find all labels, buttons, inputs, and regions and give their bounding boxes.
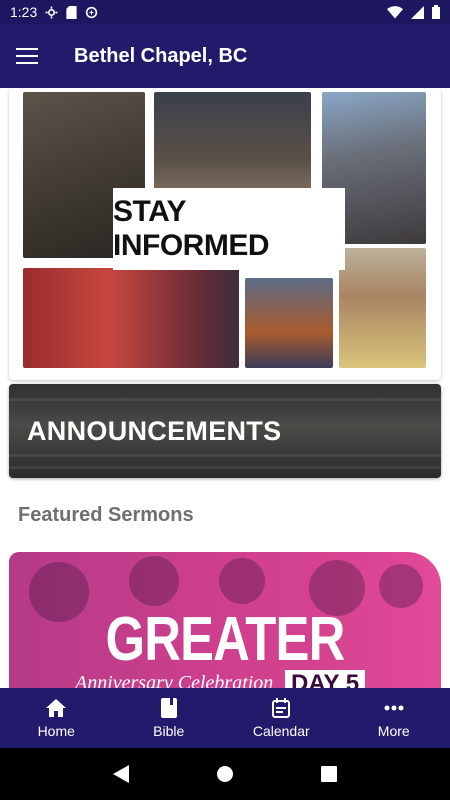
announcements-card[interactable]: ANNOUNCEMENTS [9, 384, 441, 478]
system-navigation [0, 748, 450, 800]
choir-photo [23, 268, 239, 368]
sermon-day-badge: DAY 5 [285, 670, 366, 688]
settings-icon [45, 6, 58, 18]
main-content[interactable]: STAY INFORMED ANNOUNCEMENTS Featured Ser… [0, 88, 450, 688]
stay-informed-card[interactable]: STAY INFORMED [9, 88, 441, 380]
nav-home[interactable]: Home [0, 688, 113, 748]
nav-more[interactable]: More [338, 688, 450, 748]
bottom-navigation: Home Bible Calendar More [0, 688, 450, 748]
menu-icon[interactable] [16, 48, 38, 64]
featured-sermon-card[interactable]: GREATER GLORY Anniversary Celebration DA… [9, 552, 441, 688]
nav-more-label: More [377, 723, 410, 739]
nav-calendar[interactable]: Calendar [225, 688, 338, 748]
featured-sermons-heading: Featured Sermons [18, 504, 194, 526]
nav-home-label: Home [37, 723, 75, 739]
nav-bible[interactable]: Bible [113, 688, 226, 748]
page-title: Bethel Chapel, BC [74, 44, 248, 67]
wifi-icon [387, 5, 403, 19]
app-bar: Bethel Chapel, BC [0, 24, 450, 88]
battery-icon [432, 5, 440, 19]
more-icon [384, 705, 404, 711]
sermon-subtitle: Anniversary Celebration [75, 672, 274, 688]
status-bar: 1:23 [0, 0, 450, 24]
children-photo [245, 278, 333, 368]
sd-card-icon [66, 5, 77, 19]
back-icon[interactable] [113, 765, 130, 783]
recents-icon[interactable] [320, 766, 337, 782]
water-ripple [9, 398, 441, 401]
water-ripple [9, 466, 441, 469]
home-circle-icon[interactable] [216, 765, 234, 783]
calendar-icon [272, 698, 291, 718]
home-icon [46, 699, 67, 717]
nav-bible-label: Bible [153, 723, 185, 739]
bible-icon [160, 698, 177, 718]
crowd-silhouette [219, 558, 265, 604]
clock: 1:23 [10, 4, 38, 20]
data-saver-icon [86, 6, 98, 18]
crowd-silhouette [129, 556, 179, 606]
couple-photo [339, 248, 426, 368]
stay-informed-label: STAY INFORMED [113, 188, 345, 270]
announcements-label: ANNOUNCEMENTS [27, 416, 282, 446]
crowd-silhouette [379, 564, 423, 608]
water-ripple [9, 454, 441, 457]
signal-icon [411, 5, 424, 19]
nav-calendar-label: Calendar [252, 723, 310, 739]
singer-photo [154, 92, 311, 190]
